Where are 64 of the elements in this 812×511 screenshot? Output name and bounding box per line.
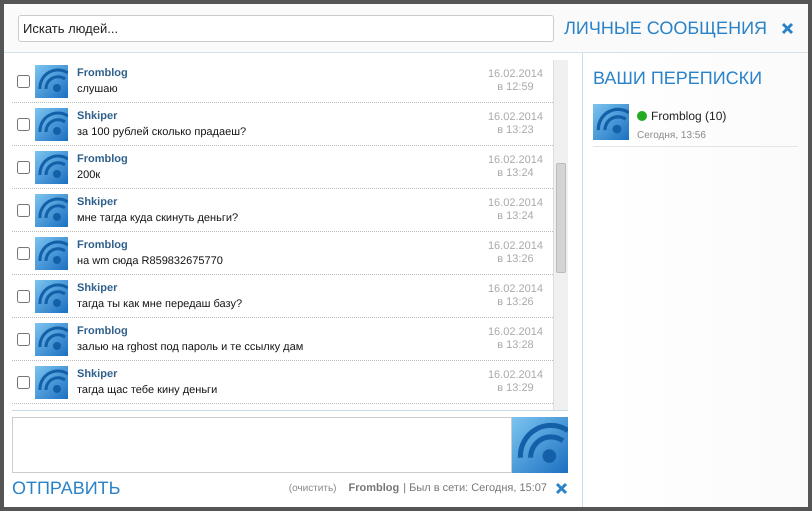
- message-text: залью на rghost под пароль и те ссылку дам: [77, 342, 304, 352]
- avatar-icon: [35, 64, 68, 98]
- avatar-icon: [35, 280, 68, 312]
- conversations-title: ВАШИ ПЕРЕПИСКИ: [593, 67, 764, 90]
- avatar-icon: [35, 322, 68, 356]
- contact-name[interactable]: Fromblog: [348, 480, 400, 496]
- message-time: в 13:24: [497, 210, 534, 223]
- message-checkbox[interactable]: [17, 160, 30, 174]
- conversation-time: Сегодня, 13:56: [637, 129, 707, 143]
- clear-link[interactable]: (очистить): [288, 480, 337, 496]
- message-checkbox[interactable]: [17, 332, 30, 346]
- last-seen-text: | Был в сети: Сегодня, 15:07: [403, 480, 547, 496]
- message-author[interactable]: Shkiper: [77, 196, 488, 208]
- conversation-item[interactable]: Fromblog (10) Сегодня, 13:56: [593, 104, 798, 147]
- scrollbar[interactable]: [553, 60, 568, 410]
- window-title: ЛИЧНЫЕ СООБЩЕНИЯ: [564, 16, 767, 40]
- search-field[interactable]: Искать людей...: [18, 14, 554, 42]
- message-date: 16.02.2014: [488, 369, 543, 382]
- message-text: 200к: [77, 170, 102, 180]
- avatar-icon: [35, 108, 68, 140]
- message-date: 16.02.2014: [488, 197, 543, 210]
- message-time: в 12:59: [497, 81, 534, 94]
- close-icon[interactable]: [555, 482, 568, 494]
- message-date: 16.02.2014: [488, 326, 543, 339]
- message-author[interactable]: Shkiper: [77, 282, 488, 294]
- message-checkbox[interactable]: [17, 74, 30, 88]
- avatar-icon: [512, 417, 568, 473]
- message-time: в 13:23: [497, 124, 534, 137]
- avatar-icon: [35, 236, 68, 270]
- message-time: в 13:29: [497, 382, 534, 395]
- message-author[interactable]: Fromblog: [77, 68, 488, 78]
- message-date: 16.02.2014: [488, 154, 543, 167]
- message-checkbox[interactable]: [17, 204, 30, 216]
- avatar-icon: [35, 194, 68, 226]
- message-text: за 100 рублей сколько прадаеш?: [77, 126, 248, 138]
- avatar-icon: [35, 150, 68, 184]
- message-author[interactable]: Shkiper: [77, 368, 488, 380]
- avatar-icon: [593, 104, 629, 140]
- message-checkbox[interactable]: [17, 118, 30, 130]
- message-author[interactable]: Fromblog: [77, 240, 488, 250]
- message-date: 16.02.2014: [488, 240, 543, 253]
- message-author[interactable]: Fromblog: [77, 326, 488, 336]
- message-time: в 13:26: [497, 253, 534, 266]
- message-input[interactable]: [12, 417, 512, 473]
- message-text: тагда щас тебе кину деньги: [77, 384, 218, 396]
- message-date: 16.02.2014: [488, 283, 543, 296]
- close-icon[interactable]: [781, 22, 794, 34]
- message-text: тагда ты как мне передаш базу?: [77, 298, 244, 310]
- message-date: 16.02.2014: [488, 68, 543, 81]
- message-date: 16.02.2014: [488, 111, 543, 124]
- message-checkbox[interactable]: [17, 246, 30, 260]
- send-button[interactable]: ОТПРАВИТЬ: [12, 474, 120, 502]
- avatar-icon: [35, 366, 68, 398]
- message-text: мне тагда куда скинуть деньги?: [77, 212, 240, 224]
- message-author[interactable]: Shkiper: [77, 110, 488, 122]
- message-checkbox[interactable]: [17, 376, 30, 388]
- message-text: на wm сюда R859832675770: [77, 256, 224, 266]
- conversation-name: Fromblog (10): [651, 108, 726, 125]
- message-time: в 13:26: [497, 296, 534, 309]
- message-time: в 13:28: [497, 339, 534, 352]
- message-time: в 13:24: [497, 167, 534, 180]
- message-checkbox[interactable]: [17, 290, 30, 302]
- message-text: слушаю: [77, 84, 119, 94]
- message-author[interactable]: Fromblog: [77, 154, 488, 164]
